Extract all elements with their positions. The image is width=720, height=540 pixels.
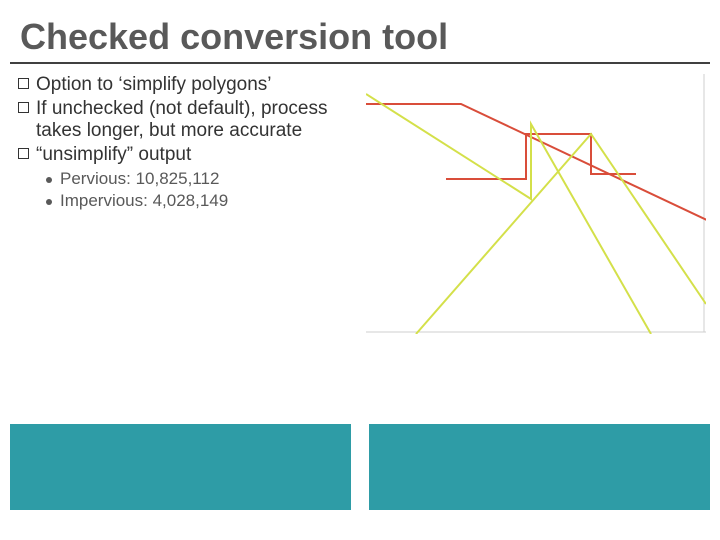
square-bullet-icon [18,148,29,159]
sub-bullet-list: Pervious: 10,825,112 Impervious: 4,028,1… [18,169,358,210]
yellow-polyline-2 [416,134,706,334]
bullet-text: Option to ‘simplify polygons’ [36,74,272,95]
red-polyline [366,104,706,222]
square-bullet-icon [18,102,29,113]
circle-bullet-icon [46,177,52,183]
bullet-text: “unsimplify” output [36,144,191,165]
bullet-text: If unchecked (not default), process take… [36,98,328,141]
circle-bullet-icon [46,199,52,205]
polygon-figure [366,74,706,334]
bottom-accent-bars [10,424,710,510]
sub-bullet-item: Pervious: 10,825,112 [46,169,358,189]
sub-bullet-text: Pervious: 10,825,112 [60,169,219,188]
text-column: Option to ‘simplify polygons’ If uncheck… [18,74,358,334]
teal-bar-left [10,424,351,510]
yellow-polyline-1 [366,94,651,334]
slide-title: Checked conversion tool [10,0,710,64]
bullet-item: “unsimplify” output [18,144,358,166]
bullet-item: Option to ‘simplify polygons’ [18,74,358,96]
content-area: Option to ‘simplify polygons’ If uncheck… [0,64,720,334]
sub-bullet-text: Impervious: 4,028,149 [60,191,228,210]
square-bullet-icon [18,78,29,89]
polygon-svg [366,74,706,334]
sub-bullet-item: Impervious: 4,028,149 [46,191,358,211]
teal-bar-right [369,424,710,510]
bullet-item: If unchecked (not default), process take… [18,98,358,142]
